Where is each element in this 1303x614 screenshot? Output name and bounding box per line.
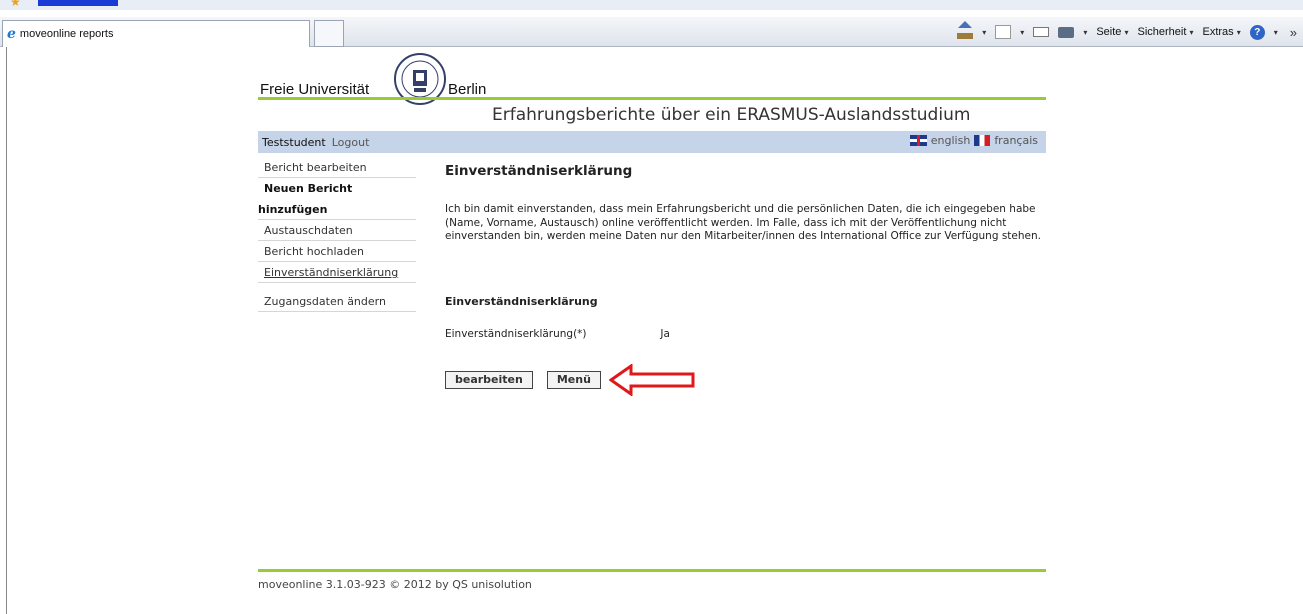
logo-text-right: Berlin	[448, 81, 487, 98]
sidebar: Bericht bearbeiten Neuen Bericht hinzufü…	[258, 157, 416, 312]
red-arrow-annotation-icon	[609, 364, 695, 396]
page-title: Erfahrungsberichte über ein ERASMUS-Ausl…	[492, 105, 971, 125]
sidebar-item-zugangsdaten[interactable]: Zugangsdaten ändern	[258, 291, 416, 312]
menu-sicherheit[interactable]: Sicherheit ▾	[1137, 26, 1193, 38]
consent-text: Ich bin damit einverstanden, dass mein E…	[445, 203, 1041, 242]
overflow-chevron-icon[interactable]: »	[1290, 25, 1297, 40]
sidebar-item-einverstaendnis[interactable]: Einverständniserklärung	[258, 262, 416, 283]
browser-tab[interactable]: e moveonline reports	[2, 20, 310, 47]
chevron-down-icon[interactable]: ▾	[1274, 28, 1278, 37]
menu-extras[interactable]: Extras ▾	[1202, 26, 1240, 38]
chevron-down-icon[interactable]: ▾	[1020, 28, 1024, 37]
logout-link[interactable]: Logout	[332, 136, 370, 149]
footer-text: moveonline 3.1.03-923 © 2012 by QS uniso…	[258, 578, 532, 591]
button-row: bearbeiten Menü	[445, 371, 601, 389]
header-divider	[258, 97, 1046, 100]
lang-english-link[interactable]: english	[931, 134, 971, 147]
print-icon[interactable]	[1058, 26, 1075, 38]
feed-icon[interactable]	[995, 25, 1012, 39]
chevron-down-icon[interactable]: ▾	[982, 28, 986, 37]
sidebar-item-neuen-bericht-cont[interactable]: hinzufügen	[258, 199, 416, 220]
logo-text-left: Freie Universität	[260, 81, 370, 98]
user-bar: Teststudent Logout english français	[258, 131, 1046, 153]
username: Teststudent	[262, 135, 326, 149]
favorites-star-icon[interactable]: ★	[10, 0, 21, 9]
favorites-bar: ★	[0, 0, 1303, 10]
sidebar-item-bericht-hochladen[interactable]: Bericht hochladen	[258, 241, 416, 262]
content-heading: Einverständniserklärung	[445, 163, 633, 179]
ie-page-icon: e	[7, 26, 16, 42]
edit-button[interactable]: bearbeiten	[445, 371, 533, 389]
home-icon[interactable]	[957, 21, 974, 39]
lang-french-link[interactable]: français	[994, 134, 1038, 147]
uk-flag-icon[interactable]	[909, 135, 927, 146]
footer-divider	[258, 569, 1046, 572]
consent-field-value: Ja	[660, 328, 670, 340]
browser-tools: ▾ ▾ ▾ Seite ▾ Sicherheit ▾ Extras ▾ ? ▾ »	[957, 20, 1297, 44]
language-switcher: english français	[909, 134, 1038, 147]
help-icon[interactable]: ?	[1249, 24, 1265, 40]
france-flag-icon[interactable]	[974, 135, 991, 146]
sidebar-item-austauschdaten[interactable]: Austauschdaten	[258, 220, 416, 241]
new-tab-button[interactable]	[314, 20, 344, 47]
menu-seite[interactable]: Seite ▾	[1096, 26, 1128, 38]
sidebar-item-neuen-bericht[interactable]: Neuen Bericht	[258, 178, 416, 199]
consent-field-row: Einverständniserklärung(*) Ja	[445, 328, 670, 340]
consent-field-label: Einverständniserklärung(*)	[445, 328, 587, 340]
favorites-highlight	[38, 0, 118, 6]
chevron-down-icon[interactable]: ▾	[1083, 28, 1087, 37]
browser-tab-title: moveonline reports	[19, 28, 114, 40]
mail-icon[interactable]	[1033, 27, 1050, 37]
sidebar-item-bericht-bearbeiten[interactable]: Bericht bearbeiten	[258, 157, 416, 178]
section-heading: Einverständniserklärung	[445, 295, 598, 308]
menu-button[interactable]: Menü	[546, 371, 601, 389]
